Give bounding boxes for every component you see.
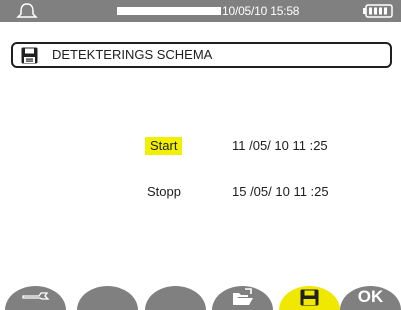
open-folder-icon <box>233 288 253 305</box>
page-title: DETEKTERINGS SCHEMA <box>52 47 213 62</box>
wrench-icon <box>22 292 50 300</box>
floppy-disk-icon <box>300 289 319 306</box>
battery-icon <box>363 4 393 18</box>
bell-icon <box>16 3 38 18</box>
stop-label[interactable]: Stopp <box>147 183 181 201</box>
screen-title-bar: DETEKTERINGS SCHEMA <box>11 42 392 68</box>
settings-softkey[interactable] <box>5 286 66 310</box>
stop-datetime-value[interactable]: 15 /05/ 10 11 :25 <box>232 183 329 201</box>
softkey-3[interactable] <box>145 286 206 310</box>
open-softkey[interactable] <box>212 286 273 310</box>
floppy-disk-icon <box>21 47 38 64</box>
save-softkey[interactable] <box>279 286 340 310</box>
ok-softkey[interactable]: OK <box>340 286 401 310</box>
softkey-bar: OK <box>0 286 401 310</box>
clock-datetime: 10/05/10 15:58 <box>222 4 300 18</box>
memory-progress-bar <box>117 7 221 15</box>
ok-label: OK <box>357 287 384 306</box>
start-label[interactable]: Start <box>145 137 183 155</box>
start-datetime-value[interactable]: 11 /05/ 10 11 :25 <box>232 137 328 155</box>
status-bar: 10/05/10 15:58 <box>0 0 401 22</box>
softkey-2[interactable] <box>77 286 138 310</box>
